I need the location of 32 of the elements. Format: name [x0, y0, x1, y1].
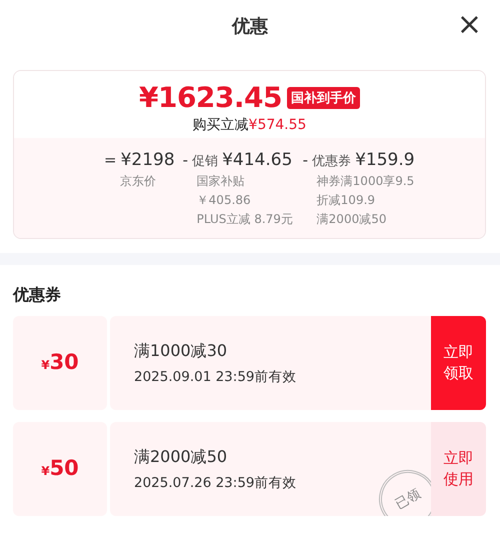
breakdown-amount: ¥414.65 — [222, 150, 292, 170]
operator-sign: - — [182, 151, 188, 169]
coupon-validity: 2025.07.26 23:59前有效 — [134, 474, 298, 492]
breakdown-note: ￥405.86 — [196, 192, 252, 209]
currency-sign: ¥ — [41, 358, 50, 372]
saving-label: 购买立减 — [192, 117, 249, 133]
coupon-action-button[interactable]: 立即领取 — [431, 316, 486, 410]
breakdown-note: 神券满1000享9.5 — [316, 173, 415, 190]
coupon-value: 30 — [50, 350, 79, 374]
coupon-value: 50 — [50, 456, 79, 480]
breakdown-note: 国家补贴 — [196, 173, 246, 190]
breakdown-label: 促销 — [192, 153, 218, 170]
coupon-condition: 满1000减30 — [134, 340, 228, 362]
operator-sign: - — [302, 151, 308, 169]
breakdown-note: 折减109.9 — [316, 192, 376, 209]
breakdown-note: 满2000减50 — [316, 211, 388, 228]
final-price: ¥1623.45 — [138, 81, 282, 114]
saving-amount: ¥574.55 — [248, 117, 306, 133]
breakdown-amount: ¥159.9 — [355, 150, 415, 170]
breakdown-note: PLUS立减 8.79元 — [196, 211, 294, 228]
operator-sign: = — [104, 151, 117, 169]
price-badge: 国补到手价 — [287, 86, 360, 108]
breakdown-amount: ¥2198 — [120, 150, 175, 170]
section-title: 优惠券 — [12, 284, 62, 306]
coupon-action-button[interactable]: 立即使用 — [431, 422, 486, 516]
coupon-validity: 2025.09.01 23:59前有效 — [134, 368, 298, 386]
breakdown-label: 优惠券 — [312, 153, 352, 170]
close-button[interactable]: × — [452, 10, 486, 40]
breakdown-note: 京东价 — [120, 173, 157, 190]
coupon-condition: 满2000减50 — [134, 446, 228, 468]
currency-sign: ¥ — [41, 464, 50, 478]
sheet-title: 优惠 — [232, 15, 268, 38]
